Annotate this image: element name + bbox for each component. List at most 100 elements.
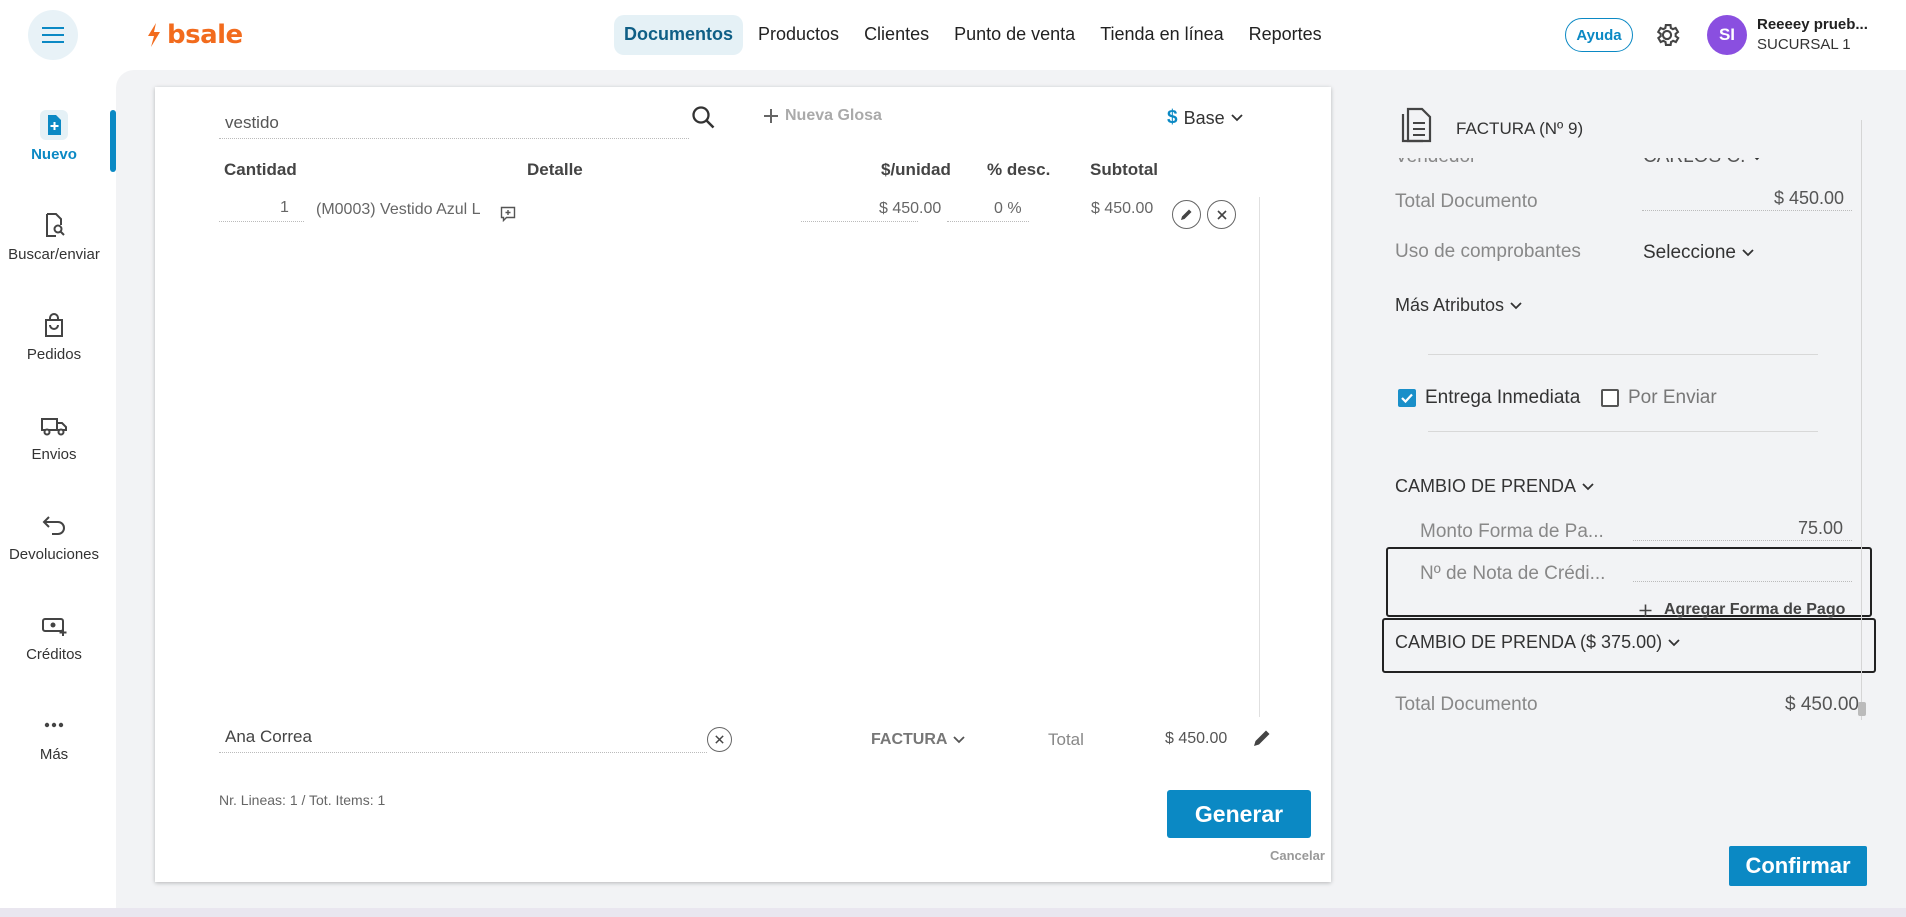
plus-icon [1639, 604, 1652, 616]
credit-note-underline [1633, 581, 1852, 582]
payment-summary-toggle[interactable]: CAMBIO DE PRENDA ($ 375.00) [1395, 632, 1680, 653]
plus-icon [764, 109, 778, 123]
check-icon [1401, 393, 1413, 404]
document-card: Nueva Glosa $ Base Cantidad Detalle $/un… [155, 87, 1331, 882]
credit-note-input[interactable] [1633, 558, 1852, 582]
payment-amount-underline [1633, 540, 1852, 541]
line-unit-price[interactable]: $ 450.00 [879, 200, 941, 218]
nav-tienda-en-linea[interactable]: Tienda en línea [1090, 15, 1233, 55]
money-plus-icon [42, 618, 67, 636]
product-search [219, 105, 689, 139]
client-field [219, 723, 707, 753]
quantity-underline [219, 221, 304, 222]
vendor-value: CARLOS C. [1643, 146, 1746, 167]
avatar[interactable]: SI [1707, 15, 1747, 55]
nav-punto-de-venta[interactable]: Punto de venta [944, 15, 1085, 55]
edit-line-button[interactable] [1172, 200, 1201, 229]
cancel-link[interactable]: Cancelar [1270, 848, 1325, 863]
panel-scrollbar[interactable] [1861, 120, 1862, 720]
user-name[interactable]: Reeeey prueb... [1757, 16, 1868, 33]
left-sidebar: Nuevo Buscar/enviar Pedidos Envios Devol… [0, 70, 108, 917]
new-glosa-button[interactable]: Nueva Glosa [763, 107, 882, 125]
line-subtotal: $ 450.00 [1091, 200, 1154, 217]
chevron-down-icon [1668, 638, 1680, 646]
product-search-input[interactable] [225, 113, 665, 133]
column-header-unit-price: $/unidad [881, 160, 951, 179]
add-comment-icon[interactable] [500, 206, 516, 222]
uso-comprobantes-dropdown[interactable]: Seleccione [1643, 242, 1754, 264]
sidebar-item-mas[interactable]: Más [0, 710, 108, 763]
sidebar-item-creditos[interactable]: Créditos [0, 610, 108, 663]
shopping-bag-icon [45, 313, 63, 337]
document-type-dropdown[interactable]: FACTURA [871, 731, 966, 749]
entrega-inmediata-label[interactable]: Entrega Inmediata [1425, 387, 1580, 409]
menu-icon[interactable] [28, 10, 78, 60]
client-input[interactable] [225, 727, 665, 747]
total-document-bottom-label: Total Documento [1395, 694, 1538, 715]
payment-method-label: CAMBIO DE PRENDA [1395, 476, 1577, 496]
line-discount[interactable]: 0 % [994, 200, 1022, 218]
por-enviar-checkbox[interactable] [1601, 389, 1619, 407]
entrega-inmediata-checkbox[interactable] [1398, 389, 1416, 407]
search-icon[interactable] [690, 104, 718, 132]
logo-text: bsale [167, 20, 243, 50]
user-branch: SUCURSAL 1 [1757, 36, 1851, 53]
add-payment-button[interactable]: Agregar Forma de Pago [1639, 601, 1845, 619]
lines-summary: Nr. Lineas: 1 / Tot. Items: 1 [219, 792, 386, 808]
uso-comprobantes-value: Seleccione [1643, 242, 1736, 263]
nav-productos[interactable]: Productos [748, 15, 849, 55]
column-header-quantity: Cantidad [224, 160, 297, 179]
more-attributes-label: Más Atributos [1395, 295, 1505, 315]
discount-underline [947, 221, 1029, 222]
top-bar: bsale Documentos Productos Clientes Punt… [0, 0, 1906, 70]
help-button[interactable]: Ayuda [1565, 18, 1633, 52]
new-glosa-label: Nueva Glosa [785, 107, 882, 124]
price-list-label: Base [1183, 107, 1225, 128]
sidebar-item-nuevo[interactable]: Nuevo [0, 110, 108, 163]
nav-clientes[interactable]: Clientes [854, 15, 939, 55]
vendor-dropdown[interactable]: CARLOS C. [1643, 146, 1763, 168]
column-header-detail: Detalle [527, 160, 583, 179]
line-quantity[interactable]: 1 [280, 199, 289, 217]
pencil-icon[interactable] [1252, 728, 1272, 748]
truck-icon [41, 418, 67, 436]
sidebar-item-buscar-enviar[interactable]: Buscar/enviar [0, 210, 108, 263]
chevron-down-icon [1742, 249, 1754, 257]
new-document-icon [40, 110, 68, 140]
panel-scrollbar-thumb[interactable] [1858, 702, 1866, 716]
remove-line-button[interactable] [1207, 200, 1236, 229]
clear-client-button[interactable] [707, 727, 732, 752]
payment-amount-value[interactable]: 75.00 [1798, 518, 1843, 539]
chevron-down-icon [1582, 482, 1594, 490]
generate-button[interactable]: Generar [1167, 790, 1311, 838]
payment-amount-label: Monto Forma de Pa... [1420, 521, 1604, 542]
total-document-value: $ 450.00 [1774, 188, 1845, 208]
column-header-discount: % desc. [987, 160, 1051, 179]
nav-documentos[interactable]: Documentos [614, 15, 744, 55]
por-enviar-label[interactable]: Por Enviar [1628, 387, 1717, 409]
sidebar-item-pedidos[interactable]: Pedidos [0, 310, 108, 363]
total-value: $ 450.00 [1165, 730, 1228, 747]
document-icon [1401, 107, 1432, 143]
confirm-button[interactable]: Confirmar [1729, 846, 1867, 886]
document-type-label: FACTURA [871, 731, 948, 748]
more-attributes-toggle[interactable]: Más Atributos [1395, 295, 1522, 316]
main-nav: Documentos Productos Clientes Punto de v… [614, 15, 1337, 55]
close-icon [1216, 209, 1227, 220]
vendor-label: Vendedor [1395, 146, 1477, 167]
search-document-icon [46, 213, 65, 237]
line-detail: (M0003) Vestido Azul L [316, 201, 481, 218]
column-header-subtotal: Subtotal [1090, 160, 1158, 179]
total-document-label: Total Documento [1395, 191, 1538, 212]
sidebar-item-devoluciones[interactable]: Devoluciones [0, 510, 108, 563]
bsale-logo-icon [148, 23, 160, 47]
nav-reportes[interactable]: Reportes [1239, 15, 1332, 55]
payment-method-toggle[interactable]: CAMBIO DE PRENDA [1395, 476, 1594, 497]
credit-note-label: Nº de Nota de Crédi... [1420, 563, 1606, 584]
gear-icon[interactable] [1653, 21, 1681, 49]
sidebar-item-envios[interactable]: Envios [0, 410, 108, 463]
price-list-dropdown[interactable]: $ Base [1167, 107, 1243, 129]
unit-price-underline [801, 221, 918, 222]
chevron-down-icon [1230, 114, 1243, 122]
bsale-logo[interactable]: bsale [145, 20, 243, 50]
